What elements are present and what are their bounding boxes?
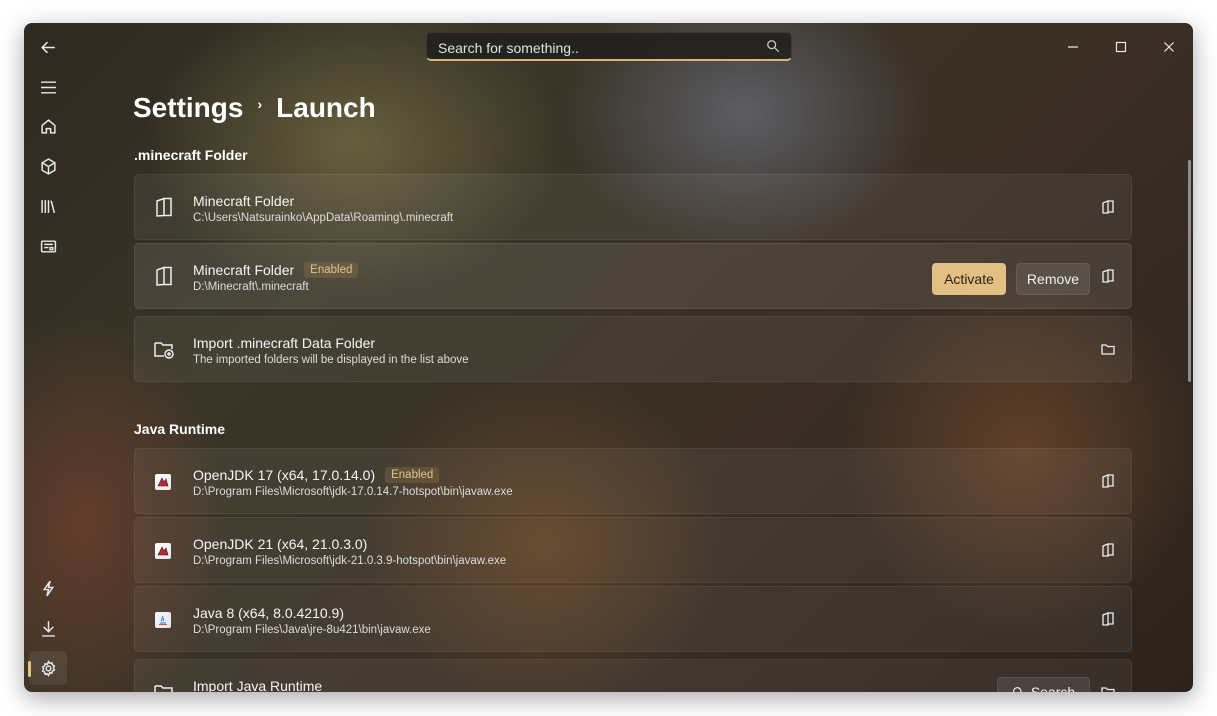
library-icon — [40, 199, 55, 213]
nav-rail — [24, 23, 72, 692]
open-folder-icon — [1102, 200, 1114, 214]
folder-icon — [153, 265, 175, 287]
back-button[interactable] — [29, 30, 67, 64]
remove-button[interactable]: Remove — [1016, 263, 1090, 295]
runtime-title: OpenJDK 21 (x64, 21.0.3.0) — [193, 536, 368, 552]
home-icon — [40, 118, 56, 134]
java-app-icon — [155, 612, 171, 628]
folder-open-icon — [1101, 687, 1115, 692]
enabled-badge: Enabled — [304, 262, 359, 278]
search-box[interactable] — [426, 32, 792, 61]
maximize-icon — [1115, 41, 1127, 53]
folder-title: Minecraft Folder — [193, 262, 295, 278]
search-button-label: Search — [1030, 684, 1076, 692]
download-icon — [41, 620, 55, 637]
nav-home[interactable] — [29, 109, 67, 143]
import-title: Import Java Runtime — [193, 678, 323, 692]
minimize-button[interactable] — [1050, 32, 1096, 62]
section-title-java: Java Runtime — [134, 421, 226, 437]
runtime-title: Java 8 (x64, 8.0.4210.9) — [193, 605, 344, 621]
runtime-path: D:\Program Files\Microsoft\jdk-17.0.14.7… — [193, 486, 513, 498]
nav-library[interactable] — [29, 189, 67, 223]
gear-icon — [41, 659, 55, 677]
app-window: Settings › Launch .minecraft Folder Mine… — [24, 23, 1193, 692]
runtime-path: D:\Program Files\Microsoft\jdk-21.0.3.9-… — [193, 555, 507, 567]
import-title: Import .minecraft Data Folder — [193, 335, 376, 351]
browse-folder-button[interactable] — [1101, 342, 1115, 356]
java-runtime-card[interactable]: OpenJDK 17 (x64, 17.0.14.0) Enabled D:\P… — [134, 448, 1132, 514]
open-folder-button[interactable] — [1101, 543, 1115, 557]
open-folder-icon — [1102, 612, 1114, 626]
breadcrumb-separator: › — [257, 96, 263, 112]
search-icon — [1012, 686, 1022, 692]
nav-instances[interactable] — [29, 149, 67, 183]
scrollbar[interactable] — [1188, 160, 1191, 382]
open-folder-button[interactable] — [1101, 474, 1115, 488]
search-icon[interactable] — [766, 39, 780, 53]
back-arrow-icon — [40, 41, 55, 53]
runtime-title: OpenJDK 17 (x64, 17.0.14.0) — [193, 467, 376, 483]
folder-open-icon — [1101, 344, 1115, 355]
close-button[interactable] — [1146, 32, 1192, 62]
open-folder-button[interactable] — [1101, 269, 1115, 283]
nav-downloads[interactable] — [29, 611, 67, 645]
folder-add-icon — [153, 681, 175, 692]
folder-add-icon — [153, 338, 175, 360]
open-folder-icon — [1102, 543, 1114, 557]
nav-news[interactable] — [29, 229, 67, 263]
nav-selection-indicator — [28, 661, 31, 677]
enabled-badge: Enabled — [385, 467, 440, 483]
import-java-runtime-card[interactable]: Import Java Runtime Search — [134, 659, 1132, 692]
activate-button[interactable]: Activate — [932, 263, 1006, 295]
folder-path: D:\Minecraft\.minecraft — [193, 281, 309, 293]
minimize-icon — [1068, 46, 1078, 48]
cube-icon — [40, 157, 56, 175]
java-runtime-card[interactable]: OpenJDK 21 (x64, 21.0.3.0) D:\Program Fi… — [134, 517, 1132, 583]
breadcrumb-parent[interactable]: Settings — [133, 92, 243, 124]
close-icon — [1164, 42, 1174, 52]
news-icon — [40, 239, 56, 253]
folder-path: C:\Users\Natsurainko\AppData\Roaming\.mi… — [193, 212, 454, 224]
open-folder-icon — [1102, 269, 1114, 283]
maximize-button[interactable] — [1098, 32, 1144, 62]
import-description: The imported folders will be displayed i… — [193, 354, 469, 366]
folder-title: Minecraft Folder — [193, 193, 295, 209]
search-input[interactable] — [436, 37, 760, 59]
search-runtime-button[interactable]: Search — [997, 677, 1090, 692]
minecraft-folder-card[interactable]: Minecraft Folder Enabled D:\Minecraft\.m… — [134, 243, 1132, 309]
minecraft-folder-card[interactable]: Minecraft Folder C:\Users\Natsurainko\Ap… — [134, 174, 1132, 240]
nav-settings[interactable] — [29, 651, 67, 685]
java-runtime-card[interactable]: Java 8 (x64, 8.0.4210.9) D:\Program File… — [134, 586, 1132, 652]
folder-icon — [153, 196, 175, 218]
java-app-icon — [155, 543, 171, 559]
open-folder-button[interactable] — [1101, 200, 1115, 214]
hamburger-icon — [40, 80, 56, 94]
section-title-minecraft: .minecraft Folder — [134, 147, 248, 163]
runtime-path: D:\Program Files\Java\jre-8u421\bin\java… — [193, 624, 431, 636]
menu-button[interactable] — [29, 70, 67, 104]
breadcrumb-current: Launch — [276, 92, 376, 123]
open-folder-icon — [1102, 474, 1114, 488]
open-folder-button[interactable] — [1101, 612, 1115, 626]
browse-folder-button[interactable] — [1101, 685, 1115, 692]
breadcrumb: Settings › Launch — [133, 92, 376, 124]
import-minecraft-folder-card[interactable]: Import .minecraft Data Folder The import… — [134, 316, 1132, 382]
lightning-icon — [42, 580, 54, 596]
java-app-icon — [155, 474, 171, 490]
nav-activities[interactable] — [29, 571, 67, 605]
